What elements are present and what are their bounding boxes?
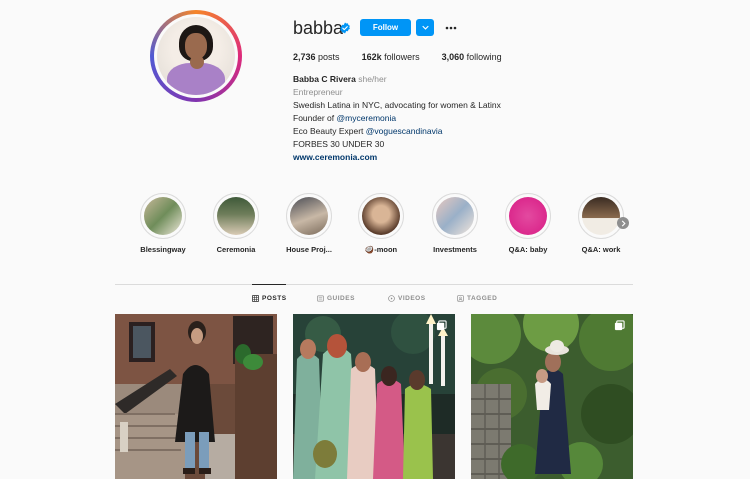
tab-posts[interactable]: POSTS [252,295,287,302]
highlight-label: Q&A: work [581,245,621,254]
following-count-value: 3,060 [441,52,465,62]
profile-username: babba [293,18,344,38]
post-thumbnail[interactable] [115,314,277,479]
suggested-accounts-button[interactable] [416,19,434,36]
profile-bio: Babba C Rivera she/her Entrepreneur Swed… [293,73,501,164]
avatar-hand [190,55,204,69]
highlight-ring [578,193,624,239]
verified-badge-icon [340,22,350,34]
highlight-cover [144,197,182,235]
following-count-label: following [466,52,502,62]
tab-label: GUIDES [327,295,355,302]
tab-label: VIDEOS [398,295,426,302]
tagged-icon [457,295,464,302]
bio-name-row: Babba C Rivera she/her [293,73,501,86]
highlight-cover [362,197,400,235]
post-thumbnail[interactable] [293,314,455,479]
followers-count-value: 162k [361,52,382,62]
tab-videos[interactable]: VIDEOS [388,295,426,302]
bio-line: FORBES 30 UNDER 30 [293,139,385,149]
more-options-icon [445,26,457,29]
highlight-item[interactable]: 🥥-moon [346,193,416,254]
profile-stats: 2,736 posts 162k followers 3,060 followi… [293,52,524,62]
tab-guides[interactable]: GUIDES [317,295,355,302]
next-arrow-icon [621,219,626,227]
active-tab-indicator [252,284,286,285]
followers-count-label: followers [384,52,420,62]
highlight-cover [290,197,328,235]
highlight-label: Q&A: baby [508,245,548,254]
bio-line: Founder of @myceremonia [293,112,501,125]
post-image [293,314,455,479]
highlights-next-button[interactable] [617,217,629,229]
profile-photo [157,17,235,95]
highlight-label: House Proj... [286,245,332,254]
tab-tagged[interactable]: TAGGED [457,295,497,302]
profile-full-name: Babba C Rivera [293,74,356,84]
highlight-ring [286,193,332,239]
bio-mention-link[interactable]: @voguescandinavia [366,126,443,136]
highlight-cover [509,197,547,235]
tabs-divider [115,284,633,285]
highlight-ring [213,193,259,239]
profile-avatar-ring[interactable] [150,10,242,102]
grid-icon [252,295,259,302]
highlight-item[interactable]: Investments [420,193,490,254]
highlight-cover [436,197,474,235]
posts-count-label: posts [318,52,340,62]
highlight-item[interactable]: House Proj... [274,193,344,254]
profile-pronouns: she/her [358,74,387,84]
highlight-label: Blessingway [140,245,186,254]
avatar[interactable] [154,14,238,98]
more-options-button[interactable] [443,19,459,36]
chevron-down-icon [421,25,429,30]
highlight-item[interactable]: Ceremonia [201,193,271,254]
following-link[interactable]: 3,060 following [442,52,502,62]
posts-count: 2,736 posts [293,52,340,62]
follow-button[interactable]: Follow [360,19,411,36]
highlight-item[interactable]: Q&A: baby [493,193,563,254]
highlight-ring [432,193,478,239]
profile-category: Entrepreneur [293,87,343,97]
post-image [471,314,633,479]
website-link[interactable]: www.ceremonia.com [293,151,501,164]
highlight-cover [217,197,255,235]
followers-link[interactable]: 162k followers [362,52,420,62]
bio-line: Eco Beauty Expert @voguescandinavia [293,125,501,138]
carousel-icon [436,320,447,331]
highlight-label: Ceremonia [216,245,256,254]
tab-label: POSTS [262,295,287,302]
post-image [115,314,277,479]
highlight-ring [140,193,186,239]
videos-icon [388,295,395,302]
bio-line: Swedish Latina in NYC, advocating for wo… [293,100,501,110]
highlight-label: 🥥-moon [364,245,398,254]
guides-icon [317,295,324,302]
tab-label: TAGGED [467,295,498,302]
bio-mention-link[interactable]: @myceremonia [336,113,396,123]
bio-text: Eco Beauty Expert [293,126,366,136]
highlight-ring [358,193,404,239]
posts-count-value: 2,736 [293,52,316,62]
highlight-cover [582,197,620,235]
bio-text: Founder of [293,113,337,123]
carousel-icon [614,320,625,331]
highlight-item[interactable]: Blessingway [128,193,198,254]
highlight-ring [505,193,551,239]
post-thumbnail[interactable] [471,314,633,479]
highlight-label: Investments [433,245,477,254]
